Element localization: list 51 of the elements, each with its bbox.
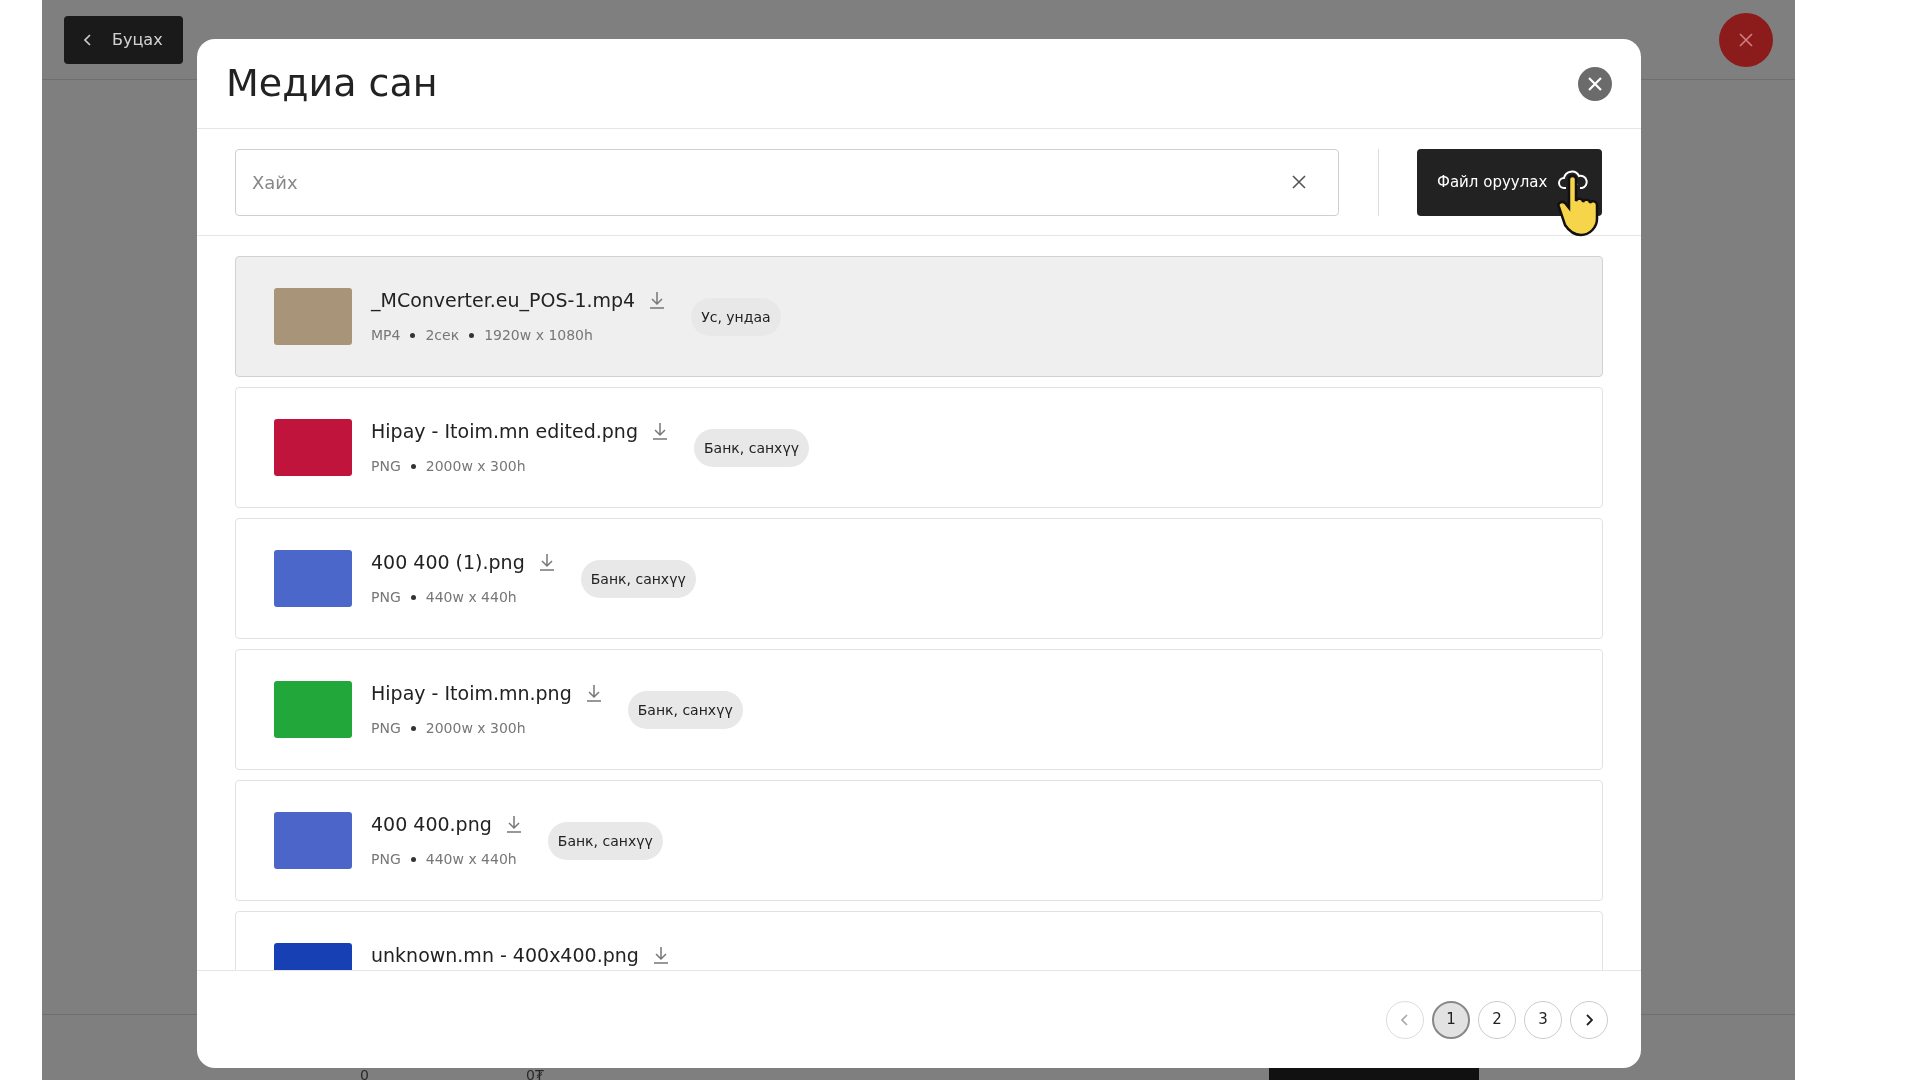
close-button[interactable] — [1578, 66, 1612, 101]
file-meta: PNG — [371, 456, 401, 476]
category-tag: Ус, ундаа — [691, 298, 781, 336]
footer-value: 0 — [360, 1066, 369, 1080]
clear-icon[interactable] — [1291, 173, 1307, 190]
page-button[interactable]: 3 — [1524, 1000, 1562, 1039]
upload-button[interactable]: Файл оруулах — [1417, 148, 1602, 216]
download-icon[interactable] — [585, 684, 602, 703]
close-button[interactable] — [1719, 12, 1773, 67]
footer-value: 0₮ — [526, 1066, 544, 1080]
download-icon[interactable] — [505, 815, 522, 834]
chevron-left-icon — [84, 33, 92, 46]
file-name: Hipay - Itoim.mn edited.png — [371, 419, 638, 444]
file-meta: 2000w x 300h — [425, 456, 526, 476]
file-row[interactable]: Hipay - Itoim.mn edited.png PNG 2000w x 300h Банк, санхүү — [235, 387, 1603, 508]
page-button[interactable]: 1 — [1432, 1000, 1470, 1039]
download-icon[interactable] — [652, 422, 668, 441]
category-tag: Банк, санхүү — [580, 560, 696, 598]
file-meta: MP4 — [371, 325, 401, 345]
file-row[interactable]: 400 400 (1).png PNG 440w x 440h Банк, санхүү — [235, 518, 1603, 639]
file-meta: 440w x 440h — [425, 849, 517, 869]
file-name: 400 400 (1).png — [371, 550, 525, 575]
search-field[interactable]: Хайх — [235, 148, 1339, 216]
chevron-left-icon — [1401, 1013, 1409, 1026]
category-tag: Банк, санхүү — [627, 691, 743, 729]
file-meta: PNG — [371, 718, 401, 738]
file-meta: PNG — [371, 587, 401, 607]
file-meta: 2сек — [425, 325, 460, 345]
download-icon[interactable] — [649, 291, 666, 310]
file-name: unknown.mn - 400x400.png — [371, 943, 639, 968]
category-tag: Банк, санхүү — [547, 822, 663, 860]
file-meta: PNG — [371, 849, 401, 869]
file-name: 400 400.png — [371, 812, 492, 837]
file-row[interactable]: unknown.mn - 400x400.png — [235, 911, 1603, 970]
file-name: Hipay - Itoim.mn.png — [371, 681, 572, 706]
back-button[interactable]: Буцах — [64, 15, 183, 64]
download-icon[interactable] — [652, 946, 669, 965]
file-name: _MConverter.eu_POS-1.mp4 — [371, 288, 636, 314]
download-icon[interactable] — [538, 553, 555, 572]
file-meta: 440w x 440h — [425, 587, 517, 607]
page-button[interactable]: 2 — [1478, 1000, 1516, 1039]
file-meta: 2000w x 300h — [425, 718, 526, 738]
file-row[interactable]: _MConverter.eu_POS-1.mp4 MP4 2сек 1920w x 1080h Ус, ундаа — [235, 256, 1603, 377]
close-icon — [1588, 76, 1602, 91]
file-row[interactable]: 400 400.png PNG 440w x 440h Банк, санхүү — [235, 780, 1603, 901]
close-icon — [1739, 32, 1753, 47]
chevron-right-icon — [1585, 1013, 1593, 1026]
file-row[interactable]: Hipay - Itoim.mn.png PNG 2000w x 300h Банк, санхүү — [235, 649, 1603, 770]
category-tag: Банк, санхүү — [694, 429, 809, 467]
modal-title: Медиа сан — [226, 60, 438, 107]
file-meta: 1920w x 1080h — [484, 325, 593, 345]
